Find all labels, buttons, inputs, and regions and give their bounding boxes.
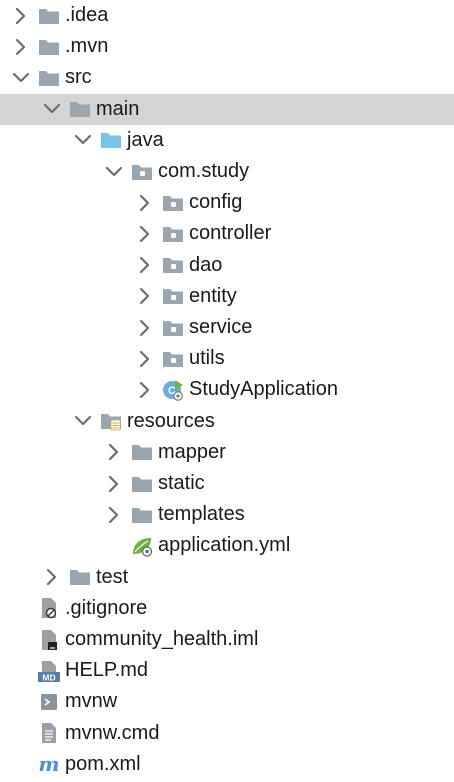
- tree-item[interactable]: m pom.xml: [0, 749, 454, 780]
- tree-item-label: .idea: [65, 4, 109, 26]
- tree-item[interactable]: application.yml: [0, 530, 454, 561]
- folder-icon: [69, 98, 91, 120]
- folder-icon: [131, 473, 153, 495]
- chevron-right-icon[interactable]: [134, 223, 156, 245]
- chevron-right-icon[interactable]: [10, 36, 32, 58]
- tree-item-label: templates: [158, 503, 245, 526]
- package-icon: [162, 192, 184, 214]
- tree-item-label: StudyApplication: [189, 378, 338, 401]
- tree-item-label: application.yml: [158, 534, 291, 557]
- folder-icon: [38, 67, 60, 89]
- chevron-right-icon[interactable]: [103, 473, 125, 495]
- tree-item[interactable]: .gitignore: [0, 593, 454, 624]
- tree-item-label: .gitignore: [65, 596, 148, 619]
- tree-item-label: main: [96, 97, 140, 120]
- tree-item-label: java: [127, 128, 164, 151]
- tree-item-label: mapper: [158, 440, 226, 463]
- maven-file-icon: m: [38, 753, 60, 775]
- chevron-down-icon[interactable]: [72, 410, 94, 432]
- tree-item[interactable]: mapper: [0, 437, 454, 468]
- tree-item[interactable]: com.study: [0, 156, 454, 187]
- text-file-icon: [38, 722, 60, 744]
- tree-item-label: HELP.md: [65, 659, 149, 682]
- spring-class-icon: C: [162, 379, 184, 401]
- chevron-right-icon[interactable]: [10, 5, 32, 27]
- chevron-down-icon[interactable]: [41, 98, 63, 120]
- tree-item[interactable]: main: [0, 93, 454, 125]
- tree-item[interactable]: .mvn: [0, 31, 454, 62]
- tree-item[interactable]: resources: [0, 406, 454, 437]
- tree-item-label: utils: [189, 347, 225, 370]
- chevron-right-icon[interactable]: [103, 441, 125, 463]
- tree-item-label: com.study: [158, 160, 250, 182]
- chevron-right-icon[interactable]: [134, 317, 156, 339]
- folder-icon: [131, 504, 153, 526]
- tree-item[interactable]: templates: [0, 499, 454, 530]
- chevron-down-icon[interactable]: [72, 129, 94, 151]
- tree-item-label: controller: [189, 222, 272, 245]
- chevron-right-icon[interactable]: [134, 192, 156, 214]
- tree-item[interactable]: test: [0, 562, 454, 593]
- tree-item[interactable]: entity: [0, 281, 454, 312]
- tree-item[interactable]: mvnw: [0, 686, 454, 717]
- tree-item[interactable]: mvnw.cmd: [0, 718, 454, 749]
- tree-item[interactable]: service: [0, 312, 454, 343]
- tree-item[interactable]: dao: [0, 250, 454, 281]
- chevron-down-icon[interactable]: [103, 161, 125, 183]
- markdown-file-icon: MD: [38, 660, 60, 682]
- chevron-right-icon[interactable]: [41, 566, 63, 588]
- chevron-right-icon[interactable]: [134, 348, 156, 370]
- package-icon: [131, 161, 153, 183]
- tree-item[interactable]: java: [0, 125, 454, 156]
- folder-icon: [131, 441, 153, 463]
- package-icon: [162, 317, 184, 339]
- tree-item-label: src: [65, 66, 92, 89]
- tree-item[interactable]: controller: [0, 218, 454, 249]
- gitignore-file-icon: [38, 597, 60, 619]
- tree-item[interactable]: community_health.iml: [0, 624, 454, 655]
- package-icon: [162, 254, 184, 276]
- spring-yml-icon: [131, 535, 153, 557]
- tree-item-label: mvnw: [65, 690, 118, 713]
- tree-item[interactable]: static: [0, 468, 454, 499]
- tree-item-label: static: [158, 472, 205, 494]
- chevron-right-icon[interactable]: [103, 504, 125, 526]
- chevron-down-icon[interactable]: [10, 67, 32, 89]
- tree-item-label: community_health.iml: [65, 628, 259, 650]
- tree-item-label: pom.xml: [65, 752, 141, 775]
- chevron-right-icon[interactable]: [134, 285, 156, 307]
- chevron-right-icon[interactable]: [134, 254, 156, 276]
- svg-text:m: m: [38, 753, 59, 775]
- chevron-right-icon[interactable]: [134, 379, 156, 401]
- tree-item-label: config: [189, 191, 243, 214]
- folder-icon: [69, 566, 91, 588]
- package-icon: [162, 223, 184, 245]
- package-icon: [162, 348, 184, 370]
- tree-item[interactable]: config: [0, 187, 454, 218]
- tree-item-label: entity: [189, 284, 237, 307]
- tree-item-label: mvnw.cmd: [65, 721, 160, 744]
- shell-file-icon: [38, 691, 60, 713]
- tree-item[interactable]: MD HELP.md: [0, 655, 454, 686]
- tree-item[interactable]: .idea: [0, 0, 454, 31]
- folder-icon: [38, 5, 60, 27]
- tree-item-label: dao: [189, 253, 223, 276]
- source-folder-icon: [100, 129, 122, 151]
- iml-file-icon: [38, 629, 60, 651]
- tree-item-label: .mvn: [65, 35, 109, 58]
- project-tree: .idea .mvn src main java com.study config contr…: [0, 0, 454, 782]
- tree-item-label: test: [96, 565, 129, 588]
- tree-item[interactable]: C StudyApplication: [0, 374, 454, 405]
- tree-item[interactable]: utils: [0, 343, 454, 374]
- folder-icon: [38, 36, 60, 58]
- svg-text:MD: MD: [42, 672, 55, 682]
- tree-item[interactable]: src: [0, 62, 454, 93]
- tree-item-label: service: [189, 316, 253, 338]
- package-icon: [162, 285, 184, 307]
- tree-item-label: resources: [127, 409, 215, 432]
- resources-folder-icon: [100, 410, 122, 432]
